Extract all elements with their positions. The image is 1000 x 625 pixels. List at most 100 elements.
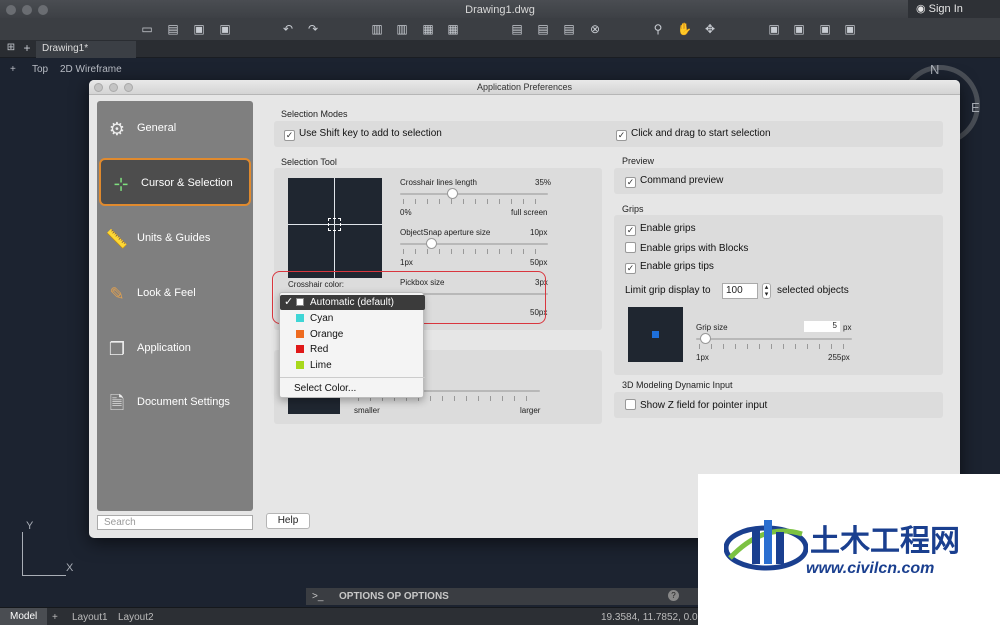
sidebar-item-document-settings[interactable]: 🗎 Document Settings	[97, 379, 253, 427]
sidebar-item-units-guides[interactable]: 📏 Units & Guides	[97, 215, 253, 263]
preview-heading: Preview	[622, 156, 655, 166]
insert-icon[interactable]: ▣	[792, 22, 806, 36]
checkmark-icon: ✓	[284, 130, 295, 141]
save-as-icon[interactable]: ▣	[218, 22, 232, 36]
block-icon[interactable]: ▣	[767, 22, 781, 36]
dialog-minimize-button[interactable]	[109, 83, 118, 92]
plot-icon[interactable]: ▥	[395, 22, 409, 36]
checkmark-icon: ✓	[616, 130, 627, 141]
zoom-icon[interactable]: ⚲	[651, 22, 665, 36]
command-preview-checkbox[interactable]: ✓ Command preview	[625, 175, 723, 188]
shift-add-checkbox[interactable]: ✓ Use Shift key to add to selection	[284, 128, 442, 141]
document-gear-icon: 🗎	[109, 393, 125, 413]
link-icon[interactable]: ⊗	[588, 22, 602, 36]
publish-icon[interactable]: ▦	[446, 22, 460, 36]
redo-icon[interactable]: ↷	[306, 22, 320, 36]
aperture-track	[400, 243, 548, 245]
sidebar-toggle-icon[interactable]: ⊞	[4, 41, 18, 55]
grip-size-unit: px	[843, 323, 852, 332]
tab-layout2[interactable]: Layout2	[118, 612, 154, 623]
gear-icon: ⚙	[108, 119, 126, 139]
grip-size-input[interactable]: 5	[804, 321, 840, 332]
grips-tips-checkbox[interactable]: ✓ Enable grips tips	[625, 261, 714, 274]
tab-layout1[interactable]: Layout1	[72, 612, 108, 623]
preferences-sidebar: ⚙ General ⊹ Cursor & Selection 📏 Units &…	[97, 101, 253, 511]
viewport-menu-icon[interactable]: +	[10, 64, 16, 75]
selection-tool-heading: Selection Tool	[281, 157, 337, 167]
axis-y-label: Y	[26, 520, 34, 532]
menu-divider	[280, 377, 425, 378]
tab-bar: ⊞ + Drawing1*	[0, 40, 1000, 58]
document-title: Drawing1.dwg	[465, 4, 535, 16]
new-tab-icon[interactable]: +	[20, 41, 34, 55]
batch-plot-icon[interactable]: ▦	[421, 22, 435, 36]
search-input[interactable]: Search	[97, 515, 253, 530]
open-folder-icon[interactable]: ▤	[166, 22, 180, 36]
click-drag-checkbox[interactable]: ✓ Click and drag to start selection	[616, 128, 771, 141]
palette-icon[interactable]: ▣	[843, 22, 857, 36]
menu-item-lime[interactable]: Lime	[280, 358, 425, 373]
grip-size-max: 255px	[828, 353, 850, 362]
grips-blocks-checkbox[interactable]: Enable grips with Blocks	[625, 242, 748, 254]
compass-north: N	[930, 62, 940, 77]
dialog-zoom-button[interactable]	[124, 83, 133, 92]
command-history: OPTIONS OP OPTIONS	[339, 591, 449, 602]
enable-grips-checkbox[interactable]: ✓ Enable grips	[625, 223, 696, 236]
size-smaller: smaller	[354, 406, 380, 415]
view-name[interactable]: Top	[32, 64, 48, 75]
sign-in-button[interactable]: ◉ Sign In	[908, 0, 1000, 18]
sidebar-item-cursor-selection[interactable]: ⊹ Cursor & Selection	[99, 158, 251, 206]
pan-hand-icon[interactable]: ✋	[677, 22, 692, 36]
limit-grip-stepper-icon[interactable]: ▴ ▾	[762, 283, 771, 299]
watermark-text: 土木工程网	[810, 524, 960, 559]
orbit-icon[interactable]: ✥	[703, 22, 717, 36]
crosshair-length-max: full screen	[511, 208, 548, 217]
new-file-icon[interactable]: ▭	[140, 22, 154, 36]
ruler-icon: 📏	[105, 229, 129, 249]
help-icon[interactable]: ?	[668, 590, 679, 601]
print-icon[interactable]: ▥	[370, 22, 384, 36]
sidebar-item-general[interactable]: ⚙ General	[97, 105, 253, 153]
color-swatch	[296, 345, 304, 353]
sidebar-item-application[interactable]: ❐ Application	[97, 325, 253, 373]
brush-icon: ✎	[109, 284, 125, 304]
menu-item-orange[interactable]: Orange	[280, 327, 425, 342]
coordinates-readout: 19.3584, 11.7852, 0.0	[601, 612, 698, 623]
sidebar-item-look-feel[interactable]: ✎ Look & Feel	[97, 270, 253, 318]
checkmark-icon: ✓	[625, 263, 636, 274]
save-icon[interactable]: ▣	[192, 22, 206, 36]
undo-icon[interactable]: ↶	[281, 22, 295, 36]
aperture-slider[interactable]	[426, 238, 437, 249]
menu-item-automatic[interactable]: ✓ Automatic (default)	[280, 295, 425, 310]
watermark-logo: 土木工程网 www.civilcn.com	[698, 474, 1000, 625]
tab-model[interactable]: Model	[0, 608, 48, 625]
tab-drawing1[interactable]: Drawing1*	[36, 41, 136, 58]
preview-panel: ✓ Command preview	[614, 168, 943, 194]
visual-style[interactable]: 2D Wireframe	[60, 64, 122, 75]
layers-icon[interactable]: ▤	[536, 22, 550, 36]
crosshair-length-slider[interactable]	[447, 188, 458, 199]
add-layout-icon[interactable]: +	[52, 612, 58, 623]
menu-item-select-color[interactable]: Select Color...	[280, 381, 425, 396]
watermark-emblem-icon	[724, 520, 808, 571]
limit-grip-input[interactable]: 100	[722, 283, 758, 299]
watermark-url: www.civilcn.com	[806, 560, 935, 577]
aperture-min: 1px	[400, 258, 413, 267]
size-larger: larger	[520, 406, 541, 415]
sheet-icon[interactable]: ▤	[562, 22, 576, 36]
grip-size-label: Grip size	[696, 323, 728, 332]
toolbar: ▭ ▤ ▣ ▣ ↶ ↷ ▥ ▥ ▦ ▦ ▤ ▤ ▤ ⊗ ⚲ ✋ ✥ ▣ ▣ ▣ …	[0, 18, 1000, 40]
aperture-max: 50px	[530, 258, 548, 267]
menu-item-cyan[interactable]: Cyan	[280, 311, 425, 326]
command-line[interactable]: >_ OPTIONS OP OPTIONS ?	[306, 588, 698, 605]
grip-size-slider[interactable]	[700, 333, 711, 344]
axis-x-label: X	[66, 562, 74, 574]
windows-icon: ❐	[108, 339, 126, 359]
limit-grip-suffix: selected objects	[777, 285, 849, 296]
menu-item-red[interactable]: Red	[280, 342, 425, 357]
manager-icon[interactable]: ▣	[818, 22, 832, 36]
help-button[interactable]: Help	[266, 513, 310, 529]
dialog-close-button[interactable]	[94, 83, 103, 92]
properties-icon[interactable]: ▤	[510, 22, 524, 36]
z-field-checkbox[interactable]: Show Z field for pointer input	[625, 399, 767, 411]
